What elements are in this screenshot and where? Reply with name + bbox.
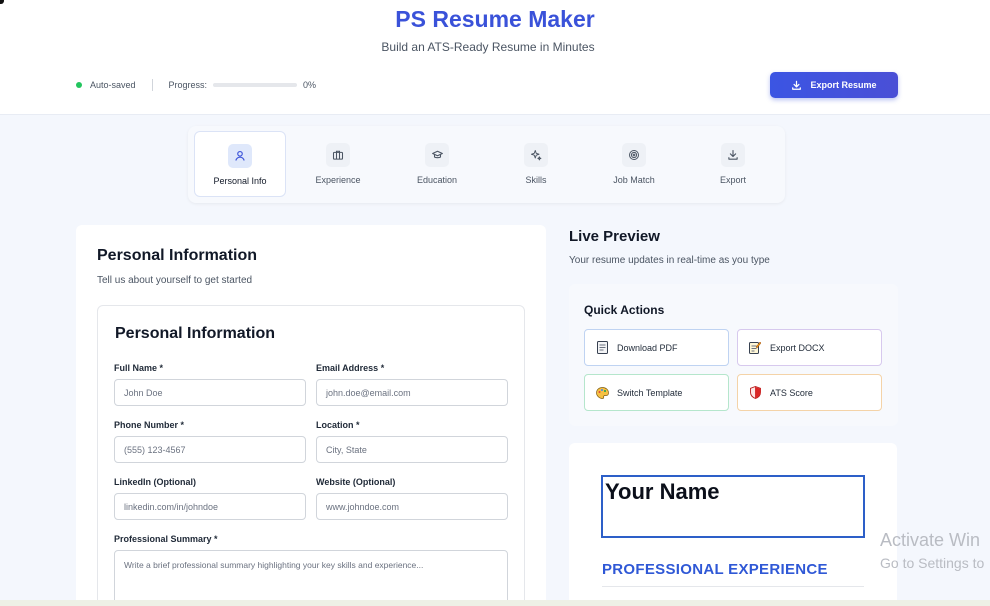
tab-skills[interactable]: Skills <box>490 131 582 197</box>
summary-label: Professional Summary * <box>114 534 218 544</box>
download-icon <box>721 143 745 167</box>
linkedin-label: LinkedIn (Optional) <box>114 477 196 487</box>
switch-template-button[interactable]: Switch Template <box>584 374 729 411</box>
section-divider <box>602 586 864 587</box>
live-preview-title: Live Preview <box>569 228 660 245</box>
tab-label: Skills <box>525 175 547 185</box>
status-divider <box>151 79 153 91</box>
app-subtitle: Build an ATS-Ready Resume in Minutes <box>381 40 595 54</box>
step-tabs: Personal Info Experience Education Skill… <box>188 126 785 203</box>
tab-label: Education <box>416 175 458 185</box>
memo-icon <box>748 341 762 355</box>
full-name-input[interactable]: John Doe <box>114 379 306 406</box>
resume-name-box[interactable]: Your Name <box>601 475 865 538</box>
tab-education[interactable]: Education <box>391 131 483 197</box>
export-docx-label: Export DOCX <box>770 342 825 353</box>
personal-info-form: Personal Information Full Name * John Do… <box>97 305 525 606</box>
download-pdf-label: Download PDF <box>617 342 678 353</box>
progress-bar <box>213 83 298 87</box>
user-icon <box>228 144 252 168</box>
tab-label: Personal Info <box>213 176 267 186</box>
export-resume-label: Export Resume <box>810 80 877 90</box>
resume-preview: Your Name PROFESSIONAL EXPERIENCE <box>569 443 897 606</box>
status-bar: Auto-saved Progress: 0% <box>76 79 316 91</box>
phone-label: Phone Number * <box>114 420 185 430</box>
switch-template-label: Switch Template <box>617 387 683 398</box>
app-title: PS Resume Maker <box>395 6 595 32</box>
form-card-title: Personal Information <box>115 325 276 342</box>
activation-watermark-line1: Activate Win <box>880 530 981 550</box>
download-icon <box>792 80 802 90</box>
bottom-strip <box>0 600 990 606</box>
quick-actions-title: Quick Actions <box>584 303 665 317</box>
website-label: Website (Optional) <box>316 477 396 487</box>
panel-title: Personal Information <box>97 247 258 264</box>
quick-actions-card: Quick Actions Download PDF Export DOCX S… <box>569 284 898 426</box>
graduation-cap-icon <box>425 143 449 167</box>
target-icon <box>622 143 646 167</box>
download-pdf-button[interactable]: Download PDF <box>584 329 729 366</box>
export-docx-button[interactable]: Export DOCX <box>737 329 882 366</box>
tab-personal-info[interactable]: Personal Info <box>194 131 286 197</box>
summary-textarea[interactable]: Write a brief professional summary highl… <box>114 550 508 606</box>
autosave-status: Auto-saved <box>90 80 136 90</box>
tab-label: Export <box>719 175 746 185</box>
tab-label: Job Match <box>613 175 655 185</box>
tab-job-match[interactable]: Job Match <box>588 131 680 197</box>
email-label: Email Address * <box>316 363 385 373</box>
phone-input[interactable]: (555) 123-4567 <box>114 436 306 463</box>
corner-marker <box>0 0 4 4</box>
autosave-status-dot-icon <box>76 82 82 88</box>
ats-score-label: ATS Score <box>770 387 813 398</box>
progress-value: 0% <box>303 80 317 90</box>
location-input[interactable]: City, State <box>316 436 508 463</box>
location-label: Location * <box>316 420 360 430</box>
export-resume-button[interactable]: Export Resume <box>770 72 898 98</box>
tab-export[interactable]: Export <box>687 131 779 197</box>
personal-info-panel: Personal Information Tell us about yours… <box>76 225 546 606</box>
resume-name: Your Name <box>605 479 720 504</box>
resume-section-heading: PROFESSIONAL EXPERIENCE <box>602 561 828 578</box>
document-icon <box>595 341 609 355</box>
top-header: PS Resume Maker Build an ATS-Ready Resum… <box>0 0 990 115</box>
tab-experience[interactable]: Experience <box>292 131 384 197</box>
live-preview-subtitle: Your resume updates in real-time as you … <box>569 255 770 266</box>
activation-watermark-line2: Go to Settings to <box>880 555 985 571</box>
linkedin-input[interactable]: linkedin.com/in/johndoe <box>114 493 306 520</box>
email-input[interactable]: john.doe@email.com <box>316 379 508 406</box>
panel-subtitle: Tell us about yourself to get started <box>97 275 253 286</box>
progress-label: Progress: <box>168 80 208 90</box>
ats-score-button[interactable]: ATS Score <box>737 374 882 411</box>
tab-label: Experience <box>315 175 361 185</box>
palette-icon <box>595 386 609 400</box>
website-input[interactable]: www.johndoe.com <box>316 493 508 520</box>
briefcase-icon <box>326 143 350 167</box>
shield-icon <box>748 386 762 400</box>
full-name-label: Full Name * <box>114 363 164 373</box>
sparkles-icon <box>524 143 548 167</box>
